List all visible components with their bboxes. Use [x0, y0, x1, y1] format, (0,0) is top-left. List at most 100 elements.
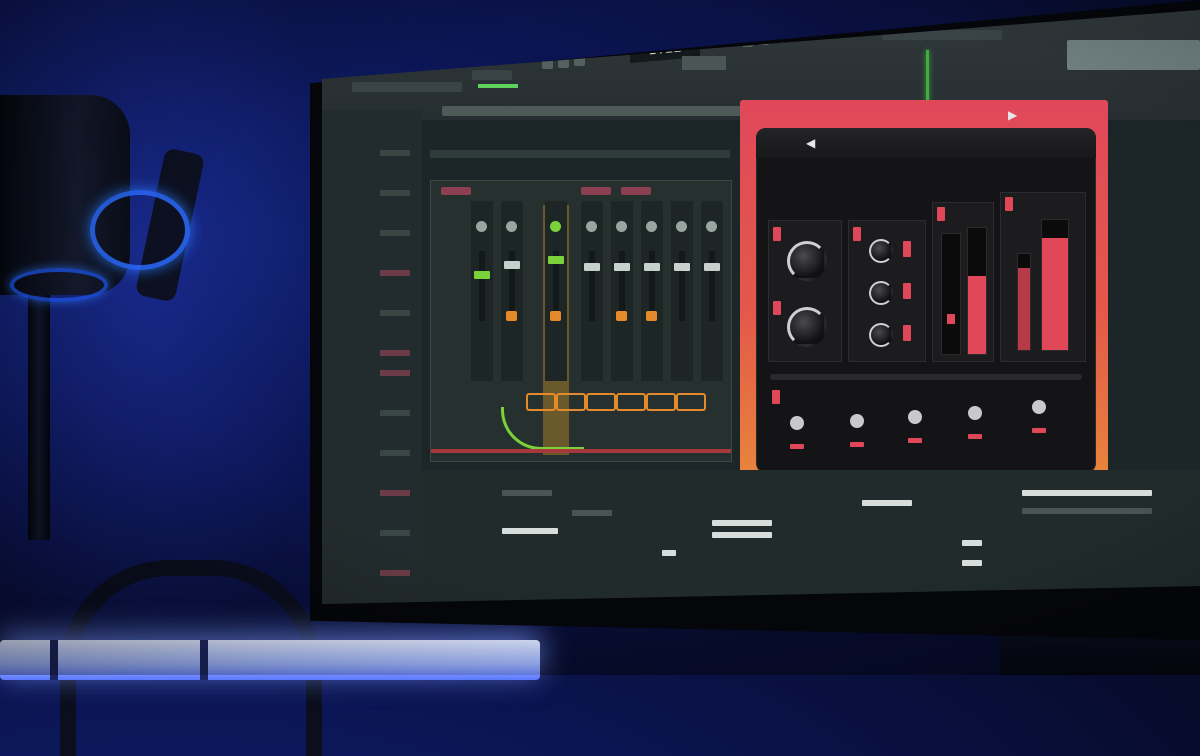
fader-cap[interactable] — [548, 256, 564, 264]
step-buttons[interactable] — [962, 540, 982, 546]
browser-item[interactable] — [380, 570, 410, 576]
plugin-header: ◀ ▶ — [756, 108, 1096, 158]
pan-knob-icon[interactable] — [706, 221, 717, 232]
section-toggle[interactable] — [937, 207, 945, 221]
section-toggle[interactable] — [853, 227, 861, 241]
step-buttons[interactable] — [712, 520, 772, 526]
browser-item[interactable] — [380, 230, 410, 236]
mixer-channel[interactable] — [701, 201, 723, 381]
channel-row[interactable] — [662, 550, 676, 556]
browser-item[interactable] — [380, 190, 410, 196]
mixer-channel[interactable] — [471, 201, 493, 381]
browser-item[interactable] — [380, 450, 410, 456]
plugin-window: ◀ ▶ — [756, 108, 1096, 473]
threshold-knob-icon[interactable] — [787, 241, 827, 281]
section-toggle[interactable] — [773, 301, 781, 315]
fx-knob-icon[interactable] — [790, 416, 804, 430]
fader-cap[interactable] — [704, 263, 720, 271]
browser-item[interactable] — [380, 270, 410, 276]
fader-cap[interactable] — [504, 261, 520, 269]
channel-fader[interactable] — [479, 251, 485, 321]
input-meter — [941, 233, 961, 355]
fader-cap[interactable] — [674, 263, 690, 271]
fx-slot[interactable] — [676, 393, 706, 411]
toolbar-menu[interactable] — [352, 82, 462, 92]
compressor-section — [768, 220, 842, 362]
mixer-channel[interactable] — [581, 201, 603, 381]
pan-knob-icon[interactable] — [616, 221, 627, 232]
mic-ring-light-lower — [10, 268, 108, 302]
eq-indicator — [903, 241, 911, 257]
mixer-tab[interactable] — [621, 187, 651, 195]
insert-button[interactable] — [646, 311, 657, 321]
pan-knob-icon[interactable] — [586, 221, 597, 232]
channel-fader[interactable] — [709, 251, 715, 321]
browser-item[interactable] — [380, 150, 410, 156]
fx-indicator — [790, 444, 804, 449]
pan-knob-icon[interactable] — [550, 221, 561, 232]
step-buttons[interactable] — [1022, 508, 1152, 514]
channel-fader[interactable] — [589, 251, 595, 321]
fx-slot[interactable] — [586, 393, 616, 411]
fx-indicator — [908, 438, 922, 443]
stop-button[interactable] — [558, 59, 569, 68]
insert-button[interactable] — [506, 311, 517, 321]
fx-knob-icon[interactable] — [850, 414, 864, 428]
output-meter-right-fill — [1042, 238, 1068, 350]
section-toggle[interactable] — [772, 390, 780, 404]
fx-knob-icon[interactable] — [968, 406, 982, 420]
mixer-channel[interactable] — [611, 201, 633, 381]
eq-knob-icon[interactable] — [869, 281, 893, 305]
browser-item[interactable] — [380, 410, 410, 416]
fx-slot[interactable] — [616, 393, 646, 411]
fx-knob-icon[interactable] — [1032, 400, 1046, 414]
browser-item[interactable] — [380, 350, 410, 356]
channel-row[interactable] — [502, 490, 552, 496]
next-preset-icon[interactable]: ▶ — [1008, 108, 1017, 122]
pan-knob-icon[interactable] — [506, 221, 517, 232]
mixer-tab[interactable] — [581, 187, 611, 195]
fader-cap[interactable] — [644, 263, 660, 271]
mixer-channel[interactable] — [641, 201, 663, 381]
fx-slot[interactable] — [646, 393, 676, 411]
insert-button[interactable] — [616, 311, 627, 321]
fader-cap[interactable] — [614, 263, 630, 271]
eq-knob-icon[interactable] — [869, 323, 893, 347]
insert-button[interactable] — [550, 311, 561, 321]
gain-meter-fill — [968, 275, 986, 354]
channel-fader[interactable] — [679, 251, 685, 321]
browser-item[interactable] — [380, 530, 410, 536]
pan-knob-icon[interactable] — [646, 221, 657, 232]
ratio-knob-icon[interactable] — [787, 307, 827, 347]
prev-preset-icon[interactable]: ◀ — [806, 136, 815, 150]
mixer-channel[interactable] — [671, 201, 693, 381]
section-toggle[interactable] — [1005, 197, 1013, 211]
tempo-box[interactable] — [682, 56, 726, 70]
mixer-channel[interactable] — [545, 201, 567, 381]
mixer-channel[interactable] — [501, 201, 523, 381]
section-toggle[interactable] — [773, 227, 781, 241]
fader-cap[interactable] — [474, 271, 490, 279]
toolbar-pattern[interactable] — [472, 70, 512, 80]
master-volume-meter — [478, 84, 518, 88]
timeline-ruler[interactable] — [442, 106, 762, 116]
playlist-clip[interactable] — [430, 150, 730, 158]
mixer-tab[interactable] — [441, 187, 471, 195]
browser-item[interactable] — [380, 370, 410, 376]
step-buttons[interactable] — [862, 500, 912, 506]
eq-knob-icon[interactable] — [869, 239, 893, 263]
mixer-bottom-bar — [431, 449, 731, 453]
step-buttons[interactable] — [1022, 490, 1152, 496]
step-buttons[interactable] — [712, 532, 772, 538]
channel-row[interactable] — [572, 510, 612, 516]
browser-item[interactable] — [380, 490, 410, 496]
channel-row[interactable] — [502, 528, 558, 534]
fader-cap[interactable] — [584, 263, 600, 271]
play-button[interactable] — [542, 60, 553, 69]
fx-indicator — [850, 442, 864, 447]
step-buttons[interactable] — [962, 560, 982, 566]
browser-item[interactable] — [380, 310, 410, 316]
fx-knob-icon[interactable] — [908, 410, 922, 424]
pan-knob-icon[interactable] — [476, 221, 487, 232]
pan-knob-icon[interactable] — [676, 221, 687, 232]
